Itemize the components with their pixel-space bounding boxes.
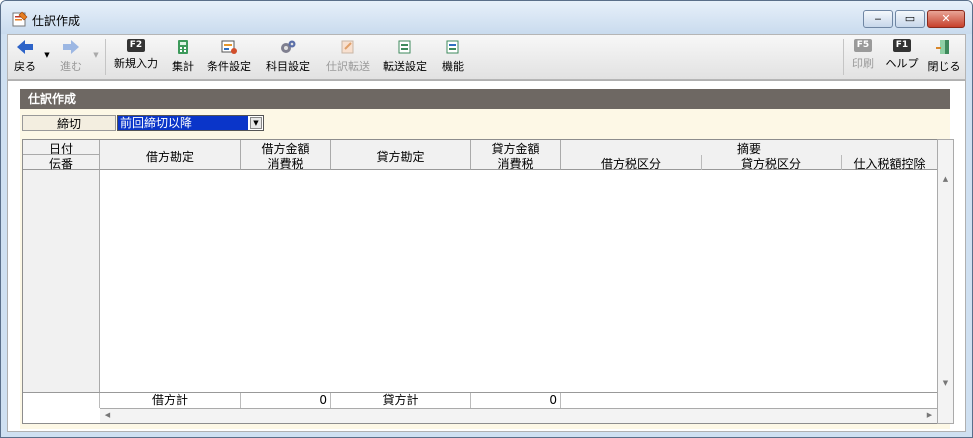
forward-dropdown[interactable]: ▼ <box>90 37 102 77</box>
transfer-settings-label: 転送設定 <box>383 60 427 73</box>
features-label: 機能 <box>442 60 464 73</box>
print-button[interactable]: F5 印刷 <box>848 37 878 77</box>
tally-button[interactable]: 集計 <box>168 37 198 77</box>
account-settings-button[interactable]: 科目設定 <box>263 37 313 77</box>
cutoff-select-value: 前回締切以降 <box>118 116 248 130</box>
minimize-icon: ‒ <box>874 12 882 25</box>
journal-copy-button[interactable]: 仕訳転送 <box>322 37 374 77</box>
maximize-icon: ▭ <box>904 12 916 25</box>
forward-label: 進む <box>60 60 82 73</box>
f2-key-icon: F2 <box>126 39 146 52</box>
help-button[interactable]: F1 ヘルプ <box>882 37 922 77</box>
new-entry-button[interactable]: F2 新規入力 <box>109 37 163 77</box>
header-debit-account: 借方勘定 <box>100 140 241 170</box>
back-arrow-icon <box>17 40 33 54</box>
dropdown-arrow-icon: ▼ <box>93 51 99 59</box>
features-button[interactable]: 機能 <box>438 37 468 77</box>
f5-key-icon: F5 <box>853 39 873 52</box>
header-debit-amount: 借方金額 消費税 <box>241 140 331 171</box>
header-debit-tax-label: 消費税 <box>267 157 304 171</box>
journal-copy-label: 仕訳転送 <box>326 60 370 73</box>
vertical-scrollbar[interactable]: ▲ ▼ <box>937 139 954 424</box>
help-label: ヘルプ <box>885 57 919 70</box>
header-credit-tax-class: 貸方税区分 <box>701 155 842 171</box>
cutoff-label: 締切 <box>22 115 116 131</box>
header-summary: 摘要 借方税区分 貸方税区分 仕入税額控除 <box>561 140 938 171</box>
header-debit-tax-class: 借方税区分 <box>561 155 702 171</box>
scroll-left-icon[interactable]: ◀ <box>102 410 113 421</box>
close-window-button[interactable]: ✕ <box>927 10 965 28</box>
close-icon: ✕ <box>941 12 951 25</box>
forward-arrow-icon <box>63 40 79 54</box>
new-entry-label: 新規入力 <box>114 57 158 70</box>
journal-grid: 日付 伝番 借方勘定 借方金額 消費税 貸方勘定 貸方金額 消費税 摘要 借方税… <box>22 139 940 424</box>
f1-key-icon: F1 <box>892 39 912 52</box>
toolbar: 戻る ▼ 進む ▼ F2 新規入力 集計 条件設定 科目設定 仕訳転送 転送設定… <box>7 34 966 80</box>
exit-door-icon <box>936 40 949 54</box>
chevron-down-icon[interactable]: ▼ <box>250 117 262 129</box>
scroll-right-icon[interactable]: ▶ <box>924 410 935 421</box>
debit-total-label: 借方計 <box>100 393 241 408</box>
header-credit-amount: 貸方金額 消費税 <box>471 140 561 171</box>
dropdown-arrow-icon: ▼ <box>44 51 50 59</box>
journal-panel: 仕訳作成 締切 前回締切以降 ▼ 日付 伝番 借方勘定 借方金額 消費税 貸方勘… <box>20 89 954 429</box>
cutoff-select[interactable]: 前回締切以降 ▼ <box>117 115 264 131</box>
credit-total-value: 0 <box>471 393 561 408</box>
forward-button[interactable]: 進む <box>54 37 88 77</box>
transfer-settings-button[interactable]: 転送設定 <box>379 37 431 77</box>
conditions-settings-icon <box>221 40 237 54</box>
back-label: 戻る <box>14 60 36 73</box>
conditions-button[interactable]: 条件設定 <box>204 37 254 77</box>
account-settings-label: 科目設定 <box>266 60 310 73</box>
maximize-button[interactable]: ▭ <box>895 10 925 28</box>
features-icon <box>446 40 459 54</box>
transfer-settings-icon <box>398 40 411 54</box>
journal-transfer-icon <box>341 40 354 54</box>
title-bar[interactable]: 仕訳作成 ‒ ▭ ✕ <box>1 1 972 34</box>
tally-label: 集計 <box>172 60 194 73</box>
horizontal-scrollbar[interactable]: ◀ ▶ <box>100 408 938 423</box>
scroll-down-icon[interactable]: ▼ <box>940 378 951 389</box>
back-button[interactable]: 戻る <box>10 37 40 77</box>
totals-spacer <box>23 393 100 408</box>
window-title: 仕訳作成 <box>32 14 81 28</box>
header-input-tax-deduction: 仕入税額控除 <box>853 157 926 171</box>
toolbar-separator <box>105 39 106 75</box>
totals-row: 借方計 0 貸方計 0 <box>23 392 940 408</box>
conditions-label: 条件設定 <box>207 60 251 73</box>
header-credit-account: 貸方勘定 <box>331 140 471 170</box>
header-debit-account-label: 借方勘定 <box>145 150 194 164</box>
section-title: 仕訳作成 <box>20 89 950 109</box>
app-window: 仕訳作成 ‒ ▭ ✕ 戻る ▼ 進む ▼ F2 新規入力 集計 条件設定 科目設… <box>0 0 973 438</box>
row-header-column <box>23 170 100 392</box>
debit-total-value: 0 <box>241 393 331 408</box>
main-content: 仕訳作成 締切 前回締切以降 ▼ 日付 伝番 借方勘定 借方金額 消費税 貸方勘… <box>7 80 966 432</box>
print-label: 印刷 <box>852 57 874 70</box>
gears-icon <box>281 40 296 53</box>
calculator-icon <box>178 40 188 54</box>
close-label: 閉じる <box>927 60 961 73</box>
back-dropdown[interactable]: ▼ <box>41 37 53 77</box>
header-date-slip: 日付 伝番 <box>23 140 100 171</box>
toolbar-separator <box>843 39 844 75</box>
close-button[interactable]: 閉じる <box>926 37 962 77</box>
header-credit-account-label: 貸方勘定 <box>376 150 425 164</box>
header-credit-tax-label: 消費税 <box>497 157 534 171</box>
header-divider <box>23 154 99 155</box>
scroll-up-icon[interactable]: ▲ <box>940 174 951 185</box>
journal-app-icon <box>12 11 28 27</box>
credit-total-label: 貸方計 <box>331 393 471 408</box>
minimize-button[interactable]: ‒ <box>863 10 893 28</box>
